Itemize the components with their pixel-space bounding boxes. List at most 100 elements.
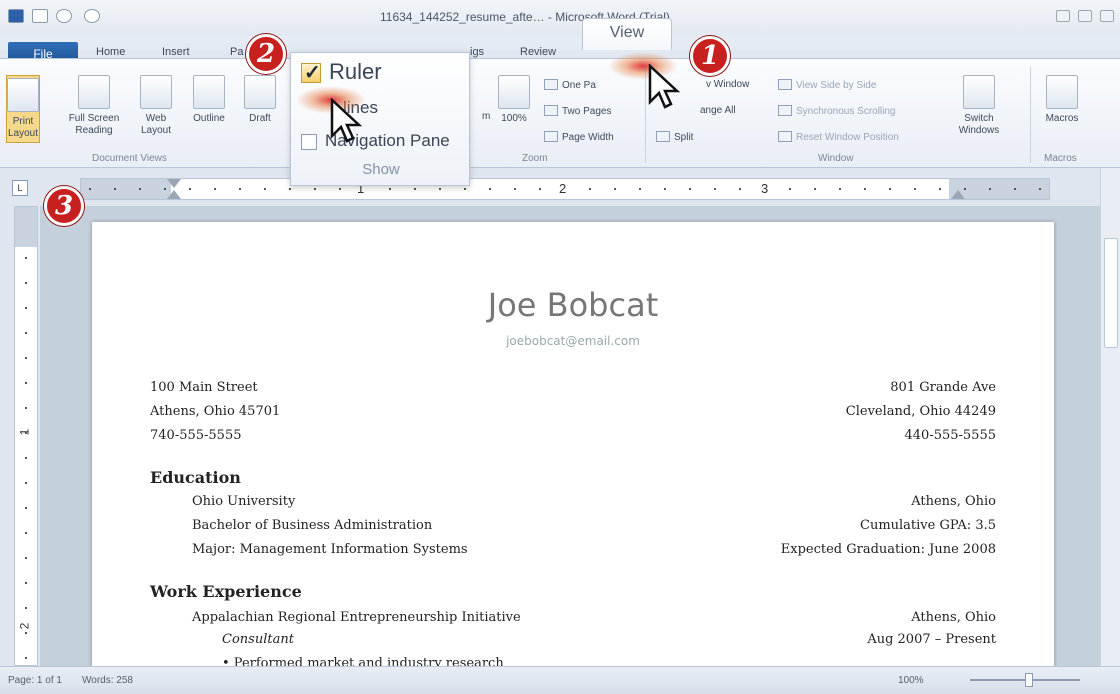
web-layout-label: Web Layout — [140, 113, 172, 136]
ruler-tick — [1039, 188, 1041, 190]
ruler-tick — [25, 257, 27, 259]
page-width-icon — [544, 131, 558, 142]
resume-email: joebobcat@email.com — [506, 334, 640, 348]
ruler-tick — [639, 188, 641, 190]
horizontal-ruler-area: L 1 2 3 — [0, 168, 1120, 206]
ruler-check-box[interactable] — [301, 60, 321, 85]
ruler-tick — [614, 188, 616, 190]
address-line: 801 Grande Ave — [890, 380, 996, 395]
ruler-tick — [439, 188, 441, 190]
save-icon[interactable] — [32, 9, 48, 23]
close-icon[interactable] — [1100, 10, 1114, 22]
ruler-tick — [114, 188, 116, 190]
navigation-pane-checkbox[interactable]: Navigation Pane — [301, 131, 450, 151]
ruler-tick — [139, 188, 141, 190]
reset-window-icon — [778, 131, 792, 142]
print-layout-button[interactable]: Print Layout — [6, 75, 40, 143]
navigation-pane-check-box[interactable] — [301, 134, 317, 150]
page-icon — [498, 75, 530, 109]
draft-label: Draft — [249, 113, 271, 124]
zoom-slider-thumb[interactable] — [1025, 673, 1033, 687]
full-screen-label: Full Screen Reading — [68, 113, 120, 136]
hanging-indent-marker[interactable] — [167, 190, 181, 199]
ruler-tick — [239, 188, 241, 190]
first-line-indent-marker[interactable] — [167, 179, 181, 188]
tab-view[interactable]: View — [582, 18, 672, 50]
tab-selector[interactable]: L — [12, 180, 28, 196]
horizontal-ruler[interactable]: 1 2 3 — [80, 178, 1050, 200]
ruler-number: 3 — [761, 181, 769, 196]
new-window-button[interactable]: v Window — [706, 79, 749, 90]
ruler-tick — [589, 188, 591, 190]
reset-window-position-button[interactable]: Reset Window Position — [778, 131, 899, 143]
page-width-label: Page Width — [562, 132, 614, 143]
split-button[interactable]: Split — [656, 131, 693, 143]
full-screen-reading-button[interactable]: Full Screen Reading — [66, 75, 122, 137]
ruler-tick — [964, 188, 966, 190]
arrange-all-button[interactable]: ange All — [700, 105, 736, 116]
ruler-tick — [1014, 188, 1016, 190]
ruler-tick — [889, 188, 891, 190]
view-side-by-side-label: View Side by Side — [796, 80, 877, 91]
ruler-checkbox[interactable]: Ruler — [301, 59, 382, 85]
ruler-tick — [464, 188, 466, 190]
ruler-tick — [689, 188, 691, 190]
tab-insert[interactable]: Insert — [162, 46, 190, 58]
minimize-icon[interactable] — [1056, 10, 1070, 22]
group-separator — [1030, 67, 1031, 163]
page-count[interactable]: Page: 1 of 1 — [8, 675, 62, 686]
document-area[interactable]: Joe Bobcat joebobcat@email.com 100 Main … — [40, 206, 1100, 666]
tab-mailings[interactable]: igs — [470, 46, 484, 58]
ruler-tick — [25, 307, 27, 309]
hundred-percent-button[interactable]: 100% — [494, 75, 534, 125]
outline-button[interactable]: Outline — [188, 75, 230, 125]
reset-window-position-label: Reset Window Position — [796, 132, 899, 143]
tab-home[interactable]: Home — [96, 46, 125, 58]
side-by-side-icon — [778, 79, 792, 90]
ruler-tick — [664, 188, 666, 190]
ruler-tick — [789, 188, 791, 190]
vertical-ruler[interactable]: 1 2 — [14, 206, 38, 666]
ruler-tick — [314, 188, 316, 190]
address-line: 740-555-5555 — [150, 428, 242, 443]
ruler-tick — [739, 188, 741, 190]
draft-button[interactable]: Draft — [240, 75, 280, 125]
work-bullet: • Performed market and industry research — [222, 656, 504, 666]
maximize-icon[interactable] — [1078, 10, 1092, 22]
ruler-tick — [25, 657, 27, 659]
redo-icon[interactable] — [84, 9, 100, 23]
ruler-tick — [164, 188, 166, 190]
scrollbar-thumb[interactable] — [1104, 238, 1118, 348]
ribbon: Print Layout Full Screen Reading Web Lay… — [0, 58, 1120, 168]
vertical-scrollbar[interactable] — [1100, 168, 1120, 666]
education-line: Bachelor of Business Administration — [192, 518, 433, 533]
resume-name: Joe Bobcat — [487, 286, 659, 324]
web-layout-button[interactable]: Web Layout — [134, 75, 178, 137]
one-page-button[interactable]: One Pa — [544, 79, 596, 91]
switch-windows-label: Switch Windows — [958, 113, 1000, 136]
one-page-icon — [544, 79, 558, 90]
page-width-button[interactable]: Page Width — [544, 131, 614, 143]
status-bar: Page: 1 of 1 Words: 258 100% — [0, 666, 1120, 694]
zoom-level[interactable]: 100% — [898, 675, 924, 686]
undo-icon[interactable] — [56, 9, 72, 23]
ruler-number: 2 — [559, 181, 567, 196]
macros-button[interactable]: Macros — [1040, 75, 1084, 125]
tab-page-layout[interactable]: Pa — [230, 46, 243, 58]
two-pages-button[interactable]: Two Pages — [544, 105, 611, 117]
ruler-tick — [514, 188, 516, 190]
tab-review[interactable]: Review — [520, 46, 556, 58]
macros-label: Macros — [1045, 113, 1079, 124]
synchronous-scrolling-button[interactable]: Synchronous Scrolling — [778, 105, 896, 117]
work-line: Athens, Ohio — [911, 610, 996, 625]
two-pages-label: Two Pages — [562, 106, 612, 117]
print-layout-icon — [7, 78, 39, 112]
document-page[interactable]: Joe Bobcat joebobcat@email.com 100 Main … — [92, 222, 1054, 666]
zoom-button[interactable]: m — [482, 111, 490, 122]
word-count[interactable]: Words: 258 — [82, 675, 133, 686]
ruler-tick — [189, 188, 191, 190]
view-side-by-side-button[interactable]: View Side by Side — [778, 79, 876, 91]
right-indent-marker[interactable] — [951, 190, 965, 199]
education-line: Major: Management Information Systems — [192, 542, 468, 557]
switch-windows-button[interactable]: Switch Windows — [954, 75, 1004, 137]
